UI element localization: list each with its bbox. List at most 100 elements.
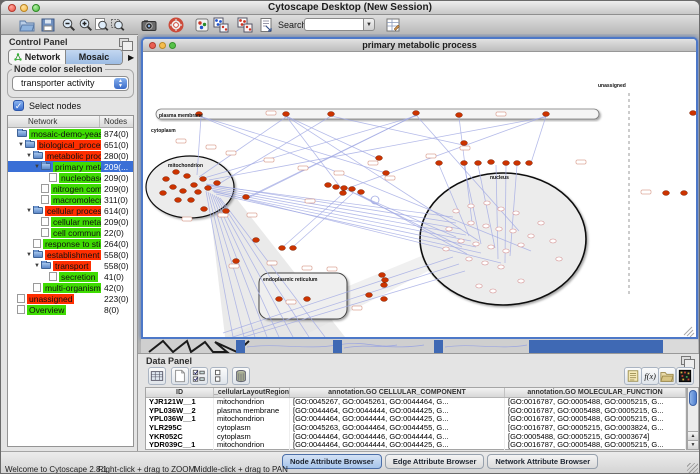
network-node[interactable]	[304, 297, 311, 302]
column-header[interactable]: ID	[146, 388, 214, 397]
network-node[interactable]	[461, 161, 468, 166]
network-node[interactable]	[358, 190, 365, 195]
nucleus-node[interactable]	[538, 221, 544, 225]
tree-row[interactable]: mosaic-demo-yeast874(0)	[8, 128, 133, 139]
network-node[interactable]	[376, 156, 383, 161]
tab-network[interactable]: Network	[9, 50, 65, 64]
network-node[interactable]	[201, 207, 208, 212]
network-node[interactable]	[381, 283, 388, 288]
canvas-resize-grip[interactable]	[684, 327, 694, 337]
expand-arrow-icon[interactable]: ▼	[17, 142, 25, 148]
browser-tab[interactable]: Node Attribute Browser	[282, 454, 382, 469]
network-node[interactable]	[205, 186, 212, 191]
tree-row[interactable]: ▼metabolic process280(0)	[8, 150, 133, 161]
tree-row[interactable]: cell communicat22(0)	[8, 227, 133, 238]
help-icon[interactable]	[168, 17, 184, 33]
float-data-panel-icon[interactable]	[681, 356, 691, 365]
network-node[interactable]	[382, 278, 389, 283]
network-node[interactable]	[328, 112, 335, 117]
nucleus-node[interactable]	[528, 234, 534, 238]
nucleus-node[interactable]	[556, 257, 562, 261]
expand-arrow-icon[interactable]: ▼	[25, 252, 33, 258]
nucleus-node[interactable]	[550, 239, 556, 243]
nucleus-node[interactable]	[503, 249, 509, 253]
expand-arrow-icon[interactable]: ▼	[25, 208, 33, 214]
network-node[interactable]	[340, 191, 347, 196]
network-node[interactable]	[290, 246, 297, 251]
nucleus-node[interactable]	[473, 242, 479, 246]
table-cell[interactable]: [GO:0045263, GO:0044464, GO:0044455, G..…	[290, 424, 505, 433]
network-node[interactable]	[279, 246, 286, 251]
tree-row[interactable]: ▼cellular process614(0)	[8, 205, 133, 216]
network-node[interactable]	[243, 195, 250, 200]
table-cell[interactable]: YLR295C	[146, 424, 214, 433]
network-node[interactable]	[170, 185, 177, 190]
window-resize-grip[interactable]	[687, 463, 698, 474]
network-node[interactable]	[223, 209, 230, 214]
network-node[interactable]	[690, 111, 696, 116]
network-node[interactable]	[475, 161, 482, 166]
network-node[interactable]	[514, 161, 521, 166]
network-node[interactable]	[349, 187, 356, 192]
tree-column-network[interactable]: Network	[8, 116, 100, 127]
table-cell[interactable]: [GO:0044464, GO:0044444, GO:0044425, G..…	[290, 407, 505, 416]
network-node[interactable]	[325, 183, 332, 188]
attribute-table[interactable]: ID_cellularLayoutRegionannotation.GO CEL…	[145, 387, 687, 450]
table-row[interactable]: YPL036W__2plasma membrane[GO:0044464, GO…	[146, 407, 686, 416]
table-cell[interactable]: [GO:0044464, GO:0044444, GO:0044425, G..…	[290, 441, 505, 450]
table-row[interactable]: YLR295Ccytoplasm[GO:0045263, GO:0044464,…	[146, 424, 686, 433]
table-cell[interactable]: plasma membrane	[214, 407, 290, 416]
tree-row[interactable]: secretion41(0)	[8, 271, 133, 282]
tree-row[interactable]: multi-organism pro42(0)	[8, 282, 133, 293]
network-node[interactable]	[503, 161, 510, 166]
table-scrollbar[interactable]: ▲ ▼	[687, 387, 699, 450]
table-cell[interactable]: YPL036W__1	[146, 415, 214, 424]
nucleus-node[interactable]	[458, 239, 464, 243]
edge[interactable]	[286, 116, 379, 159]
network-window-titlebar[interactable]: primary metabolic process	[143, 39, 696, 52]
network-node[interactable]	[253, 238, 260, 243]
network-node[interactable]	[488, 160, 495, 165]
network-node[interactable]	[461, 141, 468, 146]
table-row[interactable]: YDR039C__1mitochondrion[GO:0044464, GO:0…	[146, 441, 686, 450]
tree-row[interactable]: ▼primary metabo209(...	[8, 161, 133, 172]
search-input[interactable]	[304, 18, 363, 31]
network-overlay-blue-icon[interactable]	[213, 17, 229, 33]
save-button[interactable]	[40, 17, 56, 33]
nucleus-node[interactable]	[488, 245, 494, 249]
edge[interactable]	[530, 116, 546, 166]
tree-row[interactable]: Overview8(0)	[8, 304, 133, 315]
table-cell[interactable]: [GO:0045267, GO:0045261, GO:0044464, G..…	[290, 398, 505, 407]
combo-stepper-icon[interactable]: ▲▼	[114, 78, 127, 89]
network-node[interactable]	[413, 111, 420, 116]
table-cell[interactable]: YJR121W__1	[146, 398, 214, 407]
network-node[interactable]	[188, 198, 195, 203]
plasma-membrane-compartment[interactable]	[156, 109, 599, 119]
float-panel-icon[interactable]	[119, 38, 129, 47]
nucleus-node[interactable]	[518, 243, 524, 247]
browser-tab[interactable]: Edge Attribute Browser	[385, 454, 484, 469]
nucleus-node[interactable]	[484, 201, 490, 205]
nucleus-node[interactable]	[466, 257, 472, 261]
table-cell[interactable]: [GO:0016787, GO:0005215, GO:0003824, G..…	[505, 424, 686, 433]
expand-arrow-icon[interactable]: ▼	[33, 164, 41, 170]
network-node[interactable]	[366, 293, 373, 298]
network-node[interactable]	[543, 112, 550, 117]
scroll-down-icon[interactable]: ▼	[688, 440, 698, 449]
scrollbar-thumb[interactable]	[689, 390, 697, 406]
network-node[interactable]	[195, 190, 202, 195]
network-node[interactable]	[663, 191, 670, 196]
nucleus-node[interactable]	[468, 204, 474, 208]
open-button[interactable]	[19, 17, 35, 33]
column-header[interactable]: annotation.GO CELLULAR_COMPONENT	[290, 388, 505, 397]
unselect-attributes-icon[interactable]	[210, 367, 228, 385]
function-builder-icon[interactable]: f(x)	[641, 367, 659, 385]
tree-column-nodes[interactable]: Nodes	[100, 116, 133, 127]
minimize-icon[interactable]	[159, 42, 166, 49]
expand-arrow-icon[interactable]: ▼	[25, 153, 33, 159]
network-node[interactable]	[200, 177, 207, 182]
table-cell[interactable]: [GO:0016787, GO:0005488, GO:0005215, G..…	[505, 407, 686, 416]
close-icon[interactable]	[149, 42, 156, 49]
table-row[interactable]: YKR052Ccytoplasm[GO:0044464, GO:0044446,…	[146, 433, 686, 442]
nucleus-node[interactable]	[468, 221, 474, 225]
